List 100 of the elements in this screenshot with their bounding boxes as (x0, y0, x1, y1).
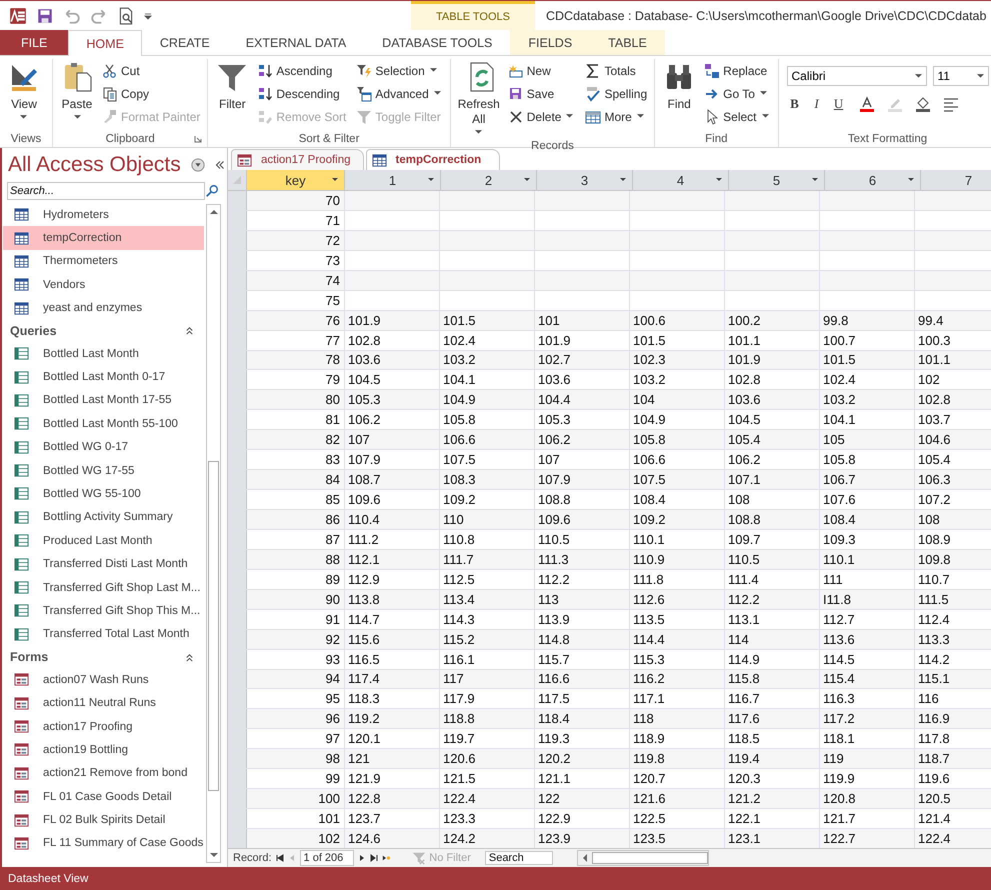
group-header[interactable]: Forms (10, 650, 48, 664)
align-left-icon[interactable] (942, 96, 959, 112)
nav-item[interactable]: Thermometers (3, 250, 204, 274)
nav-item[interactable]: Transferred Disti Last Month (3, 552, 204, 576)
ribbon-button[interactable]: Go To (702, 82, 773, 105)
ribbon-button[interactable]: Delete (506, 105, 578, 128)
nav-item[interactable]: Bottled Last Month 17-55 (3, 388, 204, 412)
search-field[interactable]: Search (484, 851, 553, 865)
ribbon-button[interactable]: Selection (354, 59, 445, 82)
fill-color-icon[interactable] (914, 96, 931, 112)
nav-item[interactable]: Bottled Last Month (3, 342, 204, 366)
last-record-icon[interactable] (370, 854, 378, 862)
ribbon-tab[interactable]: HOME (68, 30, 142, 56)
ribbon-button[interactable]: More (583, 105, 650, 128)
nav-item[interactable]: action19 Bottling (3, 738, 204, 762)
column-header[interactable]: 7 (921, 170, 991, 190)
dropdown-icon[interactable] (190, 158, 205, 172)
ribbon-button[interactable]: Cut (100, 59, 202, 82)
ribbon-button[interactable]: Refresh All (456, 59, 502, 140)
row-selector[interactable] (228, 829, 247, 848)
nav-item[interactable]: action21 Remove from bond (3, 762, 204, 785)
ribbon-button[interactable]: Descending (255, 82, 348, 105)
nav-item[interactable]: action11 Neutral Runs (3, 691, 204, 715)
nav-item[interactable]: Bottled WG 55-100 (3, 482, 204, 506)
nav-item[interactable]: Transferred Gift Shop This M... (3, 599, 204, 623)
nav-item[interactable]: Transferred Total Last Month (3, 622, 204, 646)
ribbon-button[interactable]: Advanced (354, 82, 445, 105)
ribbon-tab[interactable]: CREATE (142, 30, 228, 55)
nav-item[interactable]: tempCorrection (3, 226, 204, 250)
scroll-down-icon[interactable] (210, 852, 218, 858)
scrollbar[interactable] (206, 204, 221, 863)
scroll-left-icon[interactable] (582, 854, 588, 862)
ribbon-button[interactable]: Select (702, 105, 773, 128)
next-record-icon[interactable] (358, 854, 366, 862)
collapse-icon[interactable] (185, 652, 194, 662)
nav-item[interactable]: Bottled WG 17-55 (3, 458, 204, 482)
caret-icon[interactable] (908, 178, 914, 182)
previous-record-icon[interactable] (288, 854, 296, 862)
scrollbar[interactable] (576, 850, 709, 866)
ribbon-button[interactable]: Replace (702, 59, 773, 82)
collapse-icon[interactable] (185, 326, 194, 336)
column-header[interactable]: 6 (825, 170, 921, 190)
nav-item[interactable]: Bottled WG 0-17 (3, 436, 204, 459)
column-header[interactable]: key (247, 170, 345, 190)
nav-item[interactable]: FL 11 Summary of Case Goods (3, 832, 204, 856)
caret-icon[interactable] (332, 178, 338, 182)
nav-item[interactable]: Bottling Activity Summary (3, 506, 204, 530)
ribbon-button[interactable]: View (5, 59, 43, 131)
dialog-launcher-icon[interactable] (194, 135, 202, 143)
ribbon-button[interactable]: Save (506, 82, 578, 105)
ribbon-tab[interactable]: FILE (0, 30, 68, 55)
save-icon[interactable] (36, 6, 54, 24)
ribbon-button[interactable]: Paste (58, 59, 96, 131)
caret-icon[interactable] (524, 178, 530, 182)
nav-item[interactable]: Produced Last Month (3, 529, 204, 552)
new-record-icon[interactable] (382, 854, 390, 862)
search-icon[interactable] (205, 184, 219, 198)
nav-item[interactable]: Hydrometers (3, 203, 204, 226)
ribbon-tab[interactable]: FIELDS (510, 30, 590, 55)
ribbon-button[interactable]: Spelling (583, 82, 650, 105)
text-style-button[interactable]: B (786, 96, 803, 112)
row-selector[interactable] (228, 191, 247, 210)
ribbon-button[interactable]: Filter (213, 59, 252, 131)
print-preview-icon[interactable] (117, 6, 135, 24)
document-tab[interactable]: tempCorrection (366, 149, 500, 170)
nav-item[interactable]: FL 02 Bulk Spirits Detail (3, 808, 204, 832)
search-field[interactable]: Search... (7, 182, 205, 200)
nav-item[interactable]: Bottled Last Month 0-17 (3, 365, 204, 389)
nav-item[interactable]: Bottled Last Month 55-100 (3, 412, 204, 436)
record-position-field[interactable]: 1 of 206 (300, 850, 354, 866)
nav-item[interactable]: Vendors (3, 273, 204, 297)
nav-item[interactable]: action07 Wash Runs (3, 668, 204, 692)
font-dropdown[interactable]: Calibri (786, 66, 927, 86)
nav-item[interactable]: Transferred Gift Shop Last M... (3, 576, 204, 600)
column-header[interactable]: 4 (633, 170, 729, 190)
column-header[interactable]: 3 (537, 170, 633, 190)
first-record-icon[interactable] (276, 854, 284, 862)
scroll-up-icon[interactable] (210, 209, 218, 215)
column-header[interactable]: 2 (441, 170, 537, 190)
caret-icon[interactable] (428, 178, 434, 182)
caret-icon[interactable] (620, 178, 626, 182)
ribbon-tab[interactable]: EXTERNAL DATA (228, 30, 364, 55)
font-size-dropdown[interactable]: 11 (932, 66, 989, 86)
document-tab[interactable]: action17 Proofing (231, 149, 364, 170)
text-style-button[interactable]: U (830, 96, 847, 112)
font-color-icon[interactable] (858, 96, 875, 112)
highlight-icon[interactable] (886, 96, 903, 112)
ribbon-button[interactable]: Find (660, 59, 698, 131)
nav-item[interactable]: yeast and enzymes (3, 296, 204, 320)
column-header[interactable]: 5 (729, 170, 825, 190)
customize-icon[interactable] (144, 12, 152, 20)
nav-item[interactable]: action17 Proofing (3, 714, 204, 738)
column-header[interactable]: 1 (345, 170, 441, 190)
ribbon-tab[interactable]: DATABASE TOOLS (364, 30, 510, 55)
ribbon-button[interactable]: Copy (100, 82, 202, 105)
ribbon-button[interactable]: New (506, 59, 578, 82)
caret-icon[interactable] (716, 178, 722, 182)
group-header[interactable]: Queries (10, 324, 57, 338)
caret-icon[interactable] (812, 178, 818, 182)
ribbon-button[interactable]: Totals (583, 59, 650, 82)
